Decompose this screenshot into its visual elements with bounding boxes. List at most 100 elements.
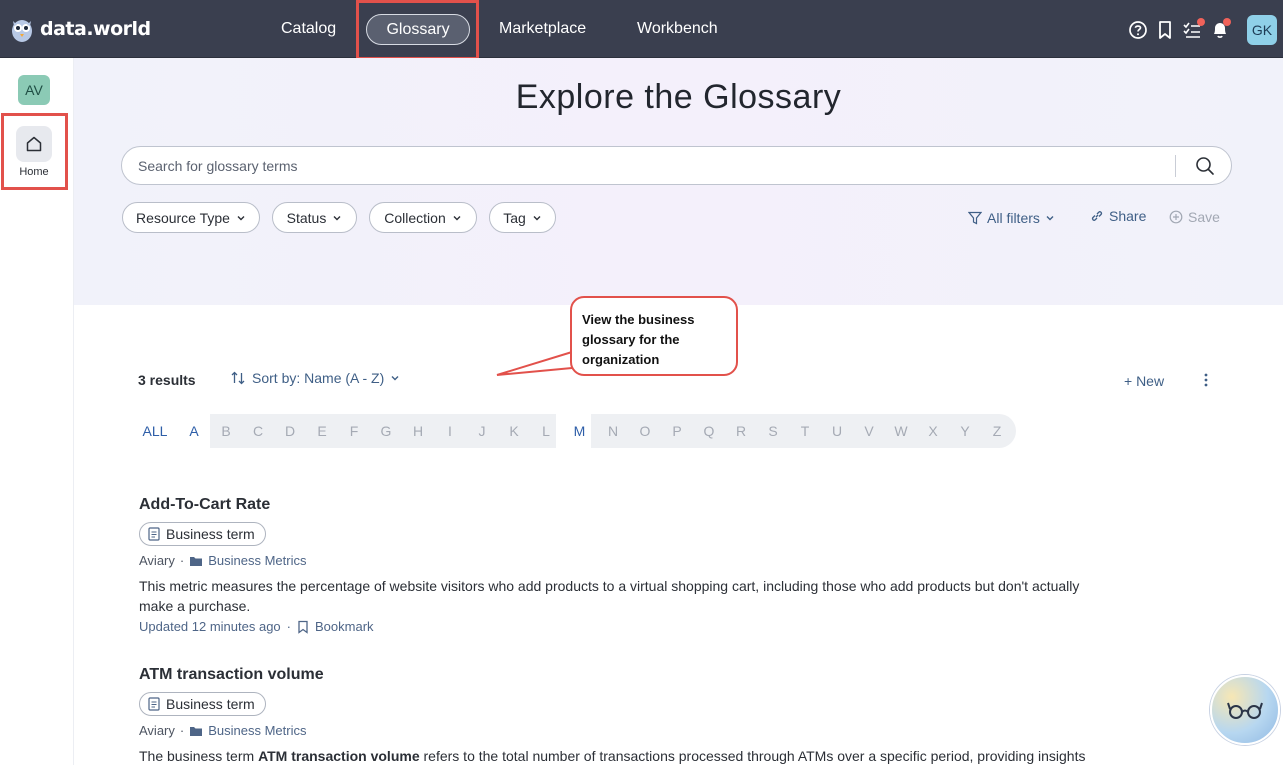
all-filters-button[interactable]: All filters (968, 210, 1055, 226)
alphabet-letter-z: Z (992, 423, 1002, 439)
alphabet-letter-q: Q (703, 423, 715, 439)
page-title: Explore the Glossary (515, 78, 842, 116)
share-label: Share (1109, 208, 1147, 224)
result-description: The business term ATM transaction volume… (139, 746, 1099, 765)
alphabet-letter-all[interactable]: ALL (138, 414, 172, 448)
results-count: 3 results (138, 372, 196, 388)
result-footer: Updated 12 minutes ago · Bookmark (139, 619, 374, 634)
result-item: Add-To-Cart Rate Business term Aviary · … (139, 496, 1119, 636)
alphabet-letter-d: D (284, 423, 296, 439)
alphabet-letter-o: O (639, 423, 651, 439)
separator-dot: · (179, 723, 185, 738)
filter-label: Collection (384, 209, 446, 226)
alphabet-letter-n: N (607, 423, 619, 439)
resource-type-label: Business term (166, 526, 255, 542)
nav-catalog[interactable]: Catalog (281, 0, 336, 58)
bell-notification-dot (1223, 18, 1231, 26)
callout-pointer (496, 351, 573, 376)
alphabet-letter-b: B (221, 423, 231, 439)
alphabet-letter-h: H (412, 423, 424, 439)
alphabet-letter-t: T (800, 423, 810, 439)
filter-icon (968, 211, 982, 225)
separator-dot: · (179, 553, 185, 568)
search-input[interactable] (138, 147, 1158, 184)
chevron-down-icon (333, 215, 341, 220)
assistant-button[interactable] (1210, 675, 1280, 745)
save-label: Save (1188, 209, 1220, 225)
help-icon[interactable] (1128, 20, 1148, 40)
collection-name[interactable]: Business Metrics (208, 553, 306, 568)
sort-dropdown[interactable]: Sort by: Name (A - Z) (230, 370, 400, 386)
glasses-icon (1227, 702, 1263, 719)
org-name[interactable]: Aviary (139, 723, 175, 738)
collection-name[interactable]: Business Metrics (208, 723, 306, 738)
alphabet-letter-x: X (928, 423, 938, 439)
search-icon[interactable] (1194, 155, 1216, 177)
bookmark-button[interactable]: Bookmark (315, 619, 374, 634)
filter-status[interactable]: Status (272, 202, 357, 233)
sort-label: Sort by: Name (A - Z) (252, 370, 385, 386)
bookmark-icon (298, 620, 308, 634)
alphabet-letter-v: V (864, 423, 874, 439)
org-avatar[interactable]: AV (18, 75, 50, 105)
result-description: This metric measures the percentage of w… (139, 578, 1080, 614)
filter-label: Status (286, 209, 327, 226)
alphabet-letter-r: R (735, 423, 747, 439)
alphabet-letter-p: P (672, 423, 682, 439)
brand-name: data.world (40, 18, 151, 40)
alphabet-letter-s: S (768, 423, 778, 439)
updated-time: Updated 12 minutes ago (139, 619, 281, 634)
home-button[interactable] (16, 126, 52, 162)
folder-icon (190, 556, 203, 566)
resource-type-badge: Business term (139, 522, 266, 546)
alphabet-letter-w: W (894, 423, 908, 439)
all-filters-label: All filters (987, 210, 1040, 226)
filter-collection[interactable]: Collection (369, 202, 477, 233)
description-term: ATM transaction volume (258, 748, 420, 764)
chevron-down-icon (237, 215, 245, 220)
alphabet-letter-u: U (831, 423, 843, 439)
result-meta: Aviary · Business Metrics (139, 553, 306, 568)
result-title[interactable]: Add-To-Cart Rate (139, 496, 1119, 514)
annotation-callout: View the business glossary for the organ… (570, 296, 738, 376)
result-title[interactable]: ATM transaction volume (139, 666, 1119, 684)
search-bar (121, 146, 1232, 185)
document-icon (148, 697, 160, 711)
description-text: refers to the total number of transactio… (419, 748, 1086, 764)
save-button[interactable]: Save (1169, 209, 1220, 225)
owl-logo-icon (12, 20, 32, 42)
alphabet-letter-a[interactable]: A (178, 414, 210, 448)
alphabet-letter-c: C (252, 423, 264, 439)
nav-marketplace[interactable]: Marketplace (499, 0, 586, 58)
chevron-down-icon (391, 376, 399, 381)
bookmark-icon[interactable] (1155, 20, 1175, 40)
org-name[interactable]: Aviary (139, 553, 175, 568)
nav-glossary[interactable]: Glossary (366, 14, 470, 45)
alphabet-letter-y: Y (960, 423, 970, 439)
top-navigation-bar: data.world Catalog Glossary Marketplace … (0, 0, 1283, 58)
separator-dot: · (286, 619, 291, 634)
nav-workbench[interactable]: Workbench (637, 0, 718, 58)
chevron-down-icon (453, 215, 461, 220)
result-meta: Aviary · Business Metrics (139, 723, 306, 738)
plus-circle-icon (1169, 210, 1183, 224)
alphabet-letter-j: J (478, 423, 486, 439)
alphabet-letter-e: E (317, 423, 327, 439)
sort-icon (231, 371, 245, 385)
user-avatar[interactable]: GK (1247, 15, 1277, 45)
glossary-hero: Explore the Glossary Resource Type Statu… (74, 58, 1283, 305)
more-options-icon[interactable] (1199, 372, 1213, 388)
filter-resource-type[interactable]: Resource Type (122, 202, 260, 233)
new-term-button[interactable]: + New (1124, 373, 1164, 389)
resource-type-label: Business term (166, 696, 255, 712)
share-button[interactable]: Share (1090, 208, 1146, 224)
search-divider (1175, 155, 1176, 177)
left-sidebar: AV Home (0, 58, 74, 765)
folder-icon (190, 726, 203, 736)
document-icon (148, 527, 160, 541)
filter-tag[interactable]: Tag (489, 202, 556, 233)
description-text: The business term (139, 748, 259, 764)
result-item: ATM transaction volume Business term Avi… (139, 666, 1119, 765)
alphabet-letter-m[interactable]: M (562, 414, 597, 448)
brand-logo[interactable]: data.world (10, 14, 151, 44)
